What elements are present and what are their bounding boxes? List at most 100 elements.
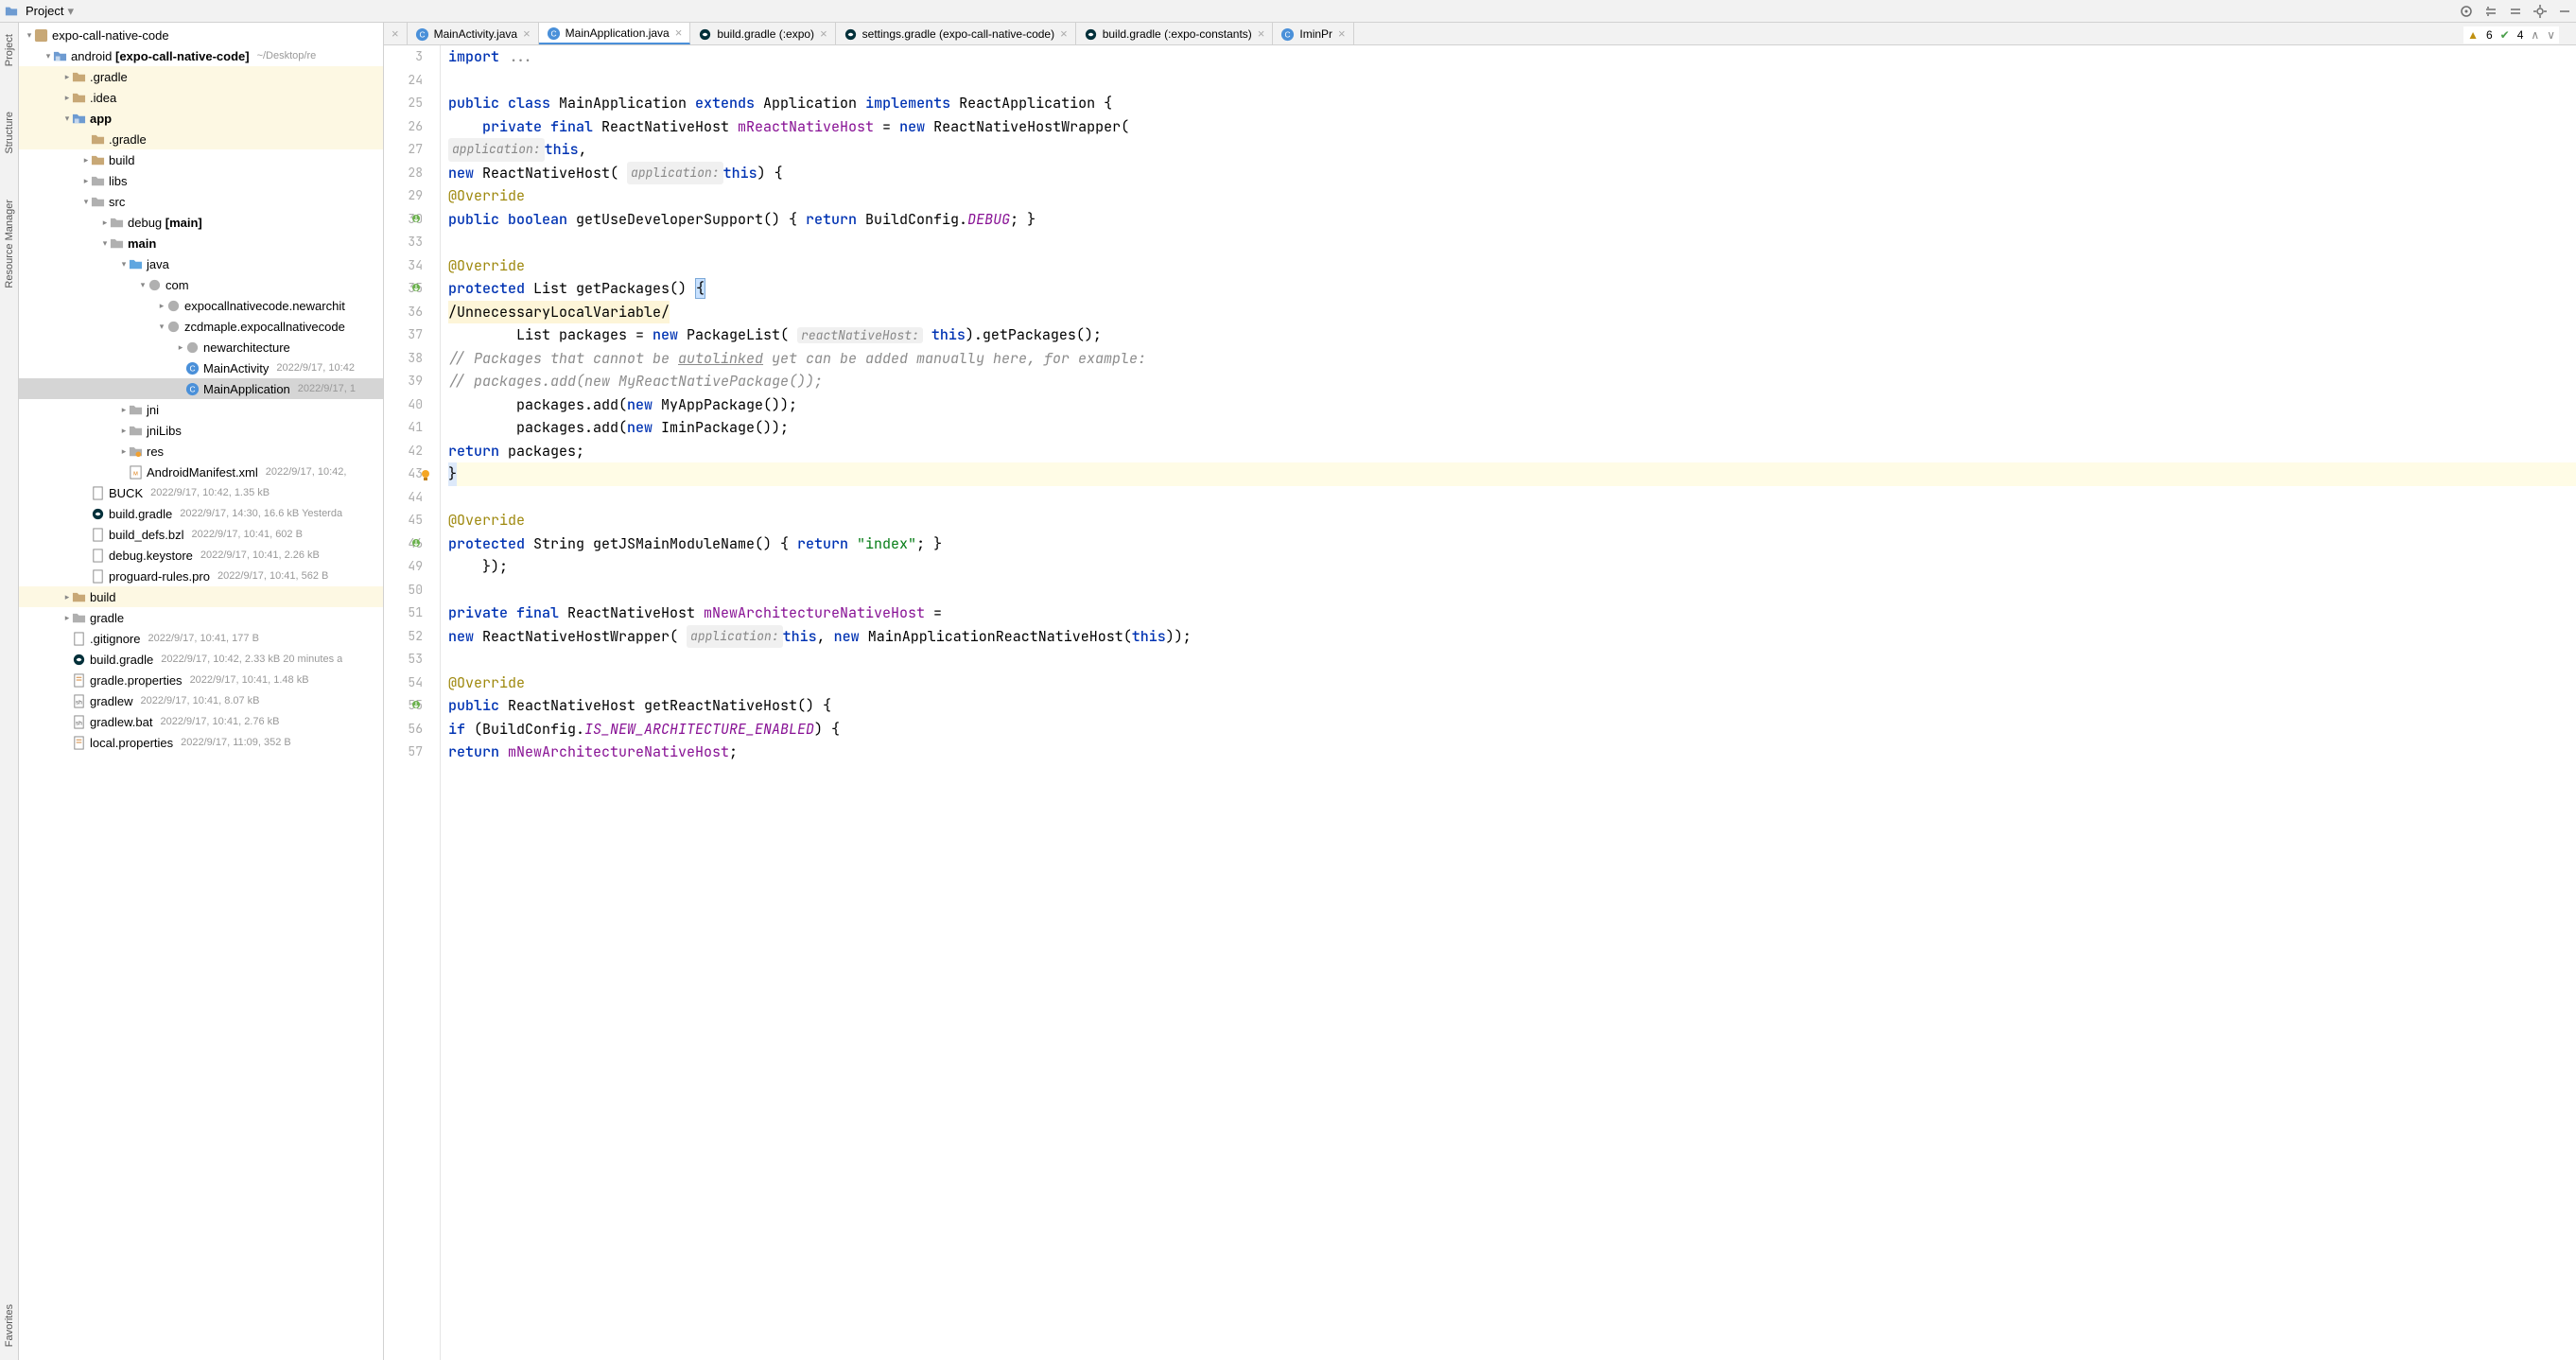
project-chevron-icon[interactable]: ▾ <box>67 4 74 19</box>
inspection-status[interactable]: ▲6 ✔4 ∧ ∨ <box>2463 26 2559 44</box>
side-tab-structure[interactable]: Structure <box>2 108 17 158</box>
tree-arrow-icon[interactable]: ▾ <box>81 197 91 206</box>
tree-row[interactable]: MAndroidManifest.xml2022/9/17, 10:42, <box>19 462 383 482</box>
tree-arrow-icon[interactable] <box>81 488 91 497</box>
line-number[interactable]: 41 <box>384 416 423 440</box>
tree-row[interactable]: ▸gradle <box>19 607 383 628</box>
code-line[interactable]: @Override <box>448 184 2576 208</box>
tree-row[interactable]: ▾zcdmaple.expocallnativecode <box>19 316 383 337</box>
tree-row[interactable]: shgradlew.bat2022/9/17, 10:41, 2.76 kB <box>19 711 383 732</box>
code-line[interactable]: private final ReactNativeHost mNewArchit… <box>448 602 2576 625</box>
tree-row[interactable]: ▸expocallnativecode.newarchit <box>19 295 383 316</box>
collapse-all-icon[interactable] <box>2508 4 2523 19</box>
tree-row[interactable]: ▸build <box>19 586 383 607</box>
code-line[interactable] <box>448 486 2576 510</box>
tree-row[interactable]: ▸jniLibs <box>19 420 383 441</box>
side-tab-resource-manager[interactable]: Resource Manager <box>2 196 17 292</box>
override-marker-icon[interactable] <box>411 283 421 292</box>
tree-row[interactable]: CMainApplication2022/9/17, 1 <box>19 378 383 399</box>
code-line[interactable]: List packages = new PackageList( reactNa… <box>448 323 2576 347</box>
code-line[interactable]: @Override <box>448 671 2576 695</box>
tree-arrow-icon[interactable]: ▸ <box>62 93 72 102</box>
tree-arrow-icon[interactable]: ▸ <box>62 72 72 81</box>
close-icon[interactable]: × <box>820 26 827 41</box>
code-line[interactable]: new ReactNativeHost( application: this) … <box>448 162 2576 185</box>
tree-arrow-icon[interactable]: ▸ <box>176 342 185 352</box>
tree-arrow-icon[interactable]: ▾ <box>25 30 34 40</box>
close-icon[interactable]: × <box>1060 26 1068 41</box>
line-number[interactable]: 52 <box>384 625 423 649</box>
code-line[interactable]: /UnnecessaryLocalVariable/ <box>448 301 2576 324</box>
code-line[interactable] <box>448 579 2576 602</box>
tree-row[interactable]: ▸res <box>19 441 383 462</box>
code-line[interactable]: if (BuildConfig.IS_NEW_ARCHITECTURE_ENAB… <box>448 718 2576 741</box>
close-icon[interactable]: × <box>675 26 683 40</box>
line-number[interactable]: 29 <box>384 184 423 208</box>
tree-arrow-icon[interactable] <box>62 675 72 685</box>
tree-row[interactable]: ▾android [expo-call-native-code]~/Deskto… <box>19 45 383 66</box>
code-line[interactable] <box>448 231 2576 254</box>
tree-arrow-icon[interactable]: ▾ <box>100 238 110 248</box>
tree-row[interactable]: build.gradle2022/9/17, 14:30, 16.6 kB Ye… <box>19 503 383 524</box>
line-number[interactable]: 54 <box>384 671 423 695</box>
code-line[interactable]: import ... <box>448 45 2576 69</box>
line-number[interactable]: 53 <box>384 648 423 671</box>
code-line[interactable]: } <box>448 462 2576 486</box>
expand-all-icon[interactable] <box>2483 4 2498 19</box>
code-line[interactable] <box>448 648 2576 671</box>
chevron-down-icon[interactable]: ∨ <box>2547 28 2555 42</box>
line-number[interactable]: 34 <box>384 254 423 278</box>
code-line[interactable]: public class MainApplication extends App… <box>448 92 2576 115</box>
tree-row[interactable]: ▾main <box>19 233 383 253</box>
code-line[interactable]: packages.add(new IminPackage()); <box>448 416 2576 440</box>
code-line[interactable]: // Packages that cannot be autolinked ye… <box>448 347 2576 371</box>
code-line[interactable]: public ReactNativeHost getReactNativeHos… <box>448 694 2576 718</box>
line-number[interactable]: 27 <box>384 138 423 162</box>
line-number[interactable]: 28 <box>384 162 423 185</box>
tree-arrow-icon[interactable]: ▸ <box>119 405 129 414</box>
tree-row[interactable]: ▾java <box>19 253 383 274</box>
code-line[interactable]: protected List getPackages() { <box>448 277 2576 301</box>
tree-arrow-icon[interactable]: ▸ <box>119 426 129 435</box>
tree-arrow-icon[interactable]: ▾ <box>157 322 166 331</box>
tree-row[interactable]: ▾src <box>19 191 383 212</box>
code-line[interactable]: public boolean getUseDeveloperSupport() … <box>448 208 2576 232</box>
code-line[interactable]: return mNewArchitectureNativeHost; <box>448 741 2576 764</box>
editor-tab[interactable]: CMainActivity.java× <box>408 23 539 44</box>
tree-arrow-icon[interactable]: ▸ <box>119 446 129 456</box>
tree-row[interactable]: gradle.properties2022/9/17, 10:41, 1.48 … <box>19 670 383 690</box>
tree-row[interactable]: .gitignore2022/9/17, 10:41, 177 B <box>19 628 383 649</box>
tree-arrow-icon[interactable]: ▸ <box>100 218 110 227</box>
code-line[interactable]: }); <box>448 555 2576 579</box>
line-number[interactable]: 3 <box>384 45 423 69</box>
tree-arrow-icon[interactable] <box>62 696 72 706</box>
tree-row[interactable]: .gradle <box>19 129 383 149</box>
line-number-gutter[interactable]: 3242526272829303334353637383940414243444… <box>384 45 441 1360</box>
tree-row[interactable]: ▾com <box>19 274 383 295</box>
tree-arrow-icon[interactable] <box>81 509 91 518</box>
tree-row[interactable]: proguard-rules.pro2022/9/17, 10:41, 562 … <box>19 566 383 586</box>
override-marker-icon[interactable] <box>411 214 421 223</box>
code-line[interactable]: private final ReactNativeHost mReactNati… <box>448 115 2576 139</box>
side-tab-project[interactable]: Project <box>2 30 17 70</box>
tree-arrow-icon[interactable] <box>176 363 185 373</box>
line-number[interactable]: 26 <box>384 115 423 139</box>
editor-tab[interactable]: build.gradle (:expo-constants)× <box>1076 23 1274 44</box>
line-number[interactable]: 55 <box>384 694 423 718</box>
locate-icon[interactable] <box>2459 4 2474 19</box>
tree-arrow-icon[interactable]: ▾ <box>62 113 72 123</box>
line-number[interactable]: 24 <box>384 69 423 93</box>
tree-arrow-icon[interactable] <box>62 717 72 726</box>
tree-arrow-icon[interactable] <box>176 384 185 393</box>
editor-tab[interactable]: CMainApplication.java× <box>539 23 691 44</box>
tree-arrow-icon[interactable] <box>119 467 129 477</box>
line-number[interactable]: 51 <box>384 602 423 625</box>
tree-row[interactable]: ▸debug [main] <box>19 212 383 233</box>
line-number[interactable]: 44 <box>384 486 423 510</box>
code-line[interactable]: @Override <box>448 254 2576 278</box>
side-tab-favorites[interactable]: Favorites <box>2 1300 17 1351</box>
tree-row[interactable]: ▾app <box>19 108 383 129</box>
tree-arrow-icon[interactable] <box>81 530 91 539</box>
tree-row[interactable]: ▸libs <box>19 170 383 191</box>
project-tree[interactable]: ▾expo-call-native-code▾android [expo-cal… <box>19 23 384 1360</box>
